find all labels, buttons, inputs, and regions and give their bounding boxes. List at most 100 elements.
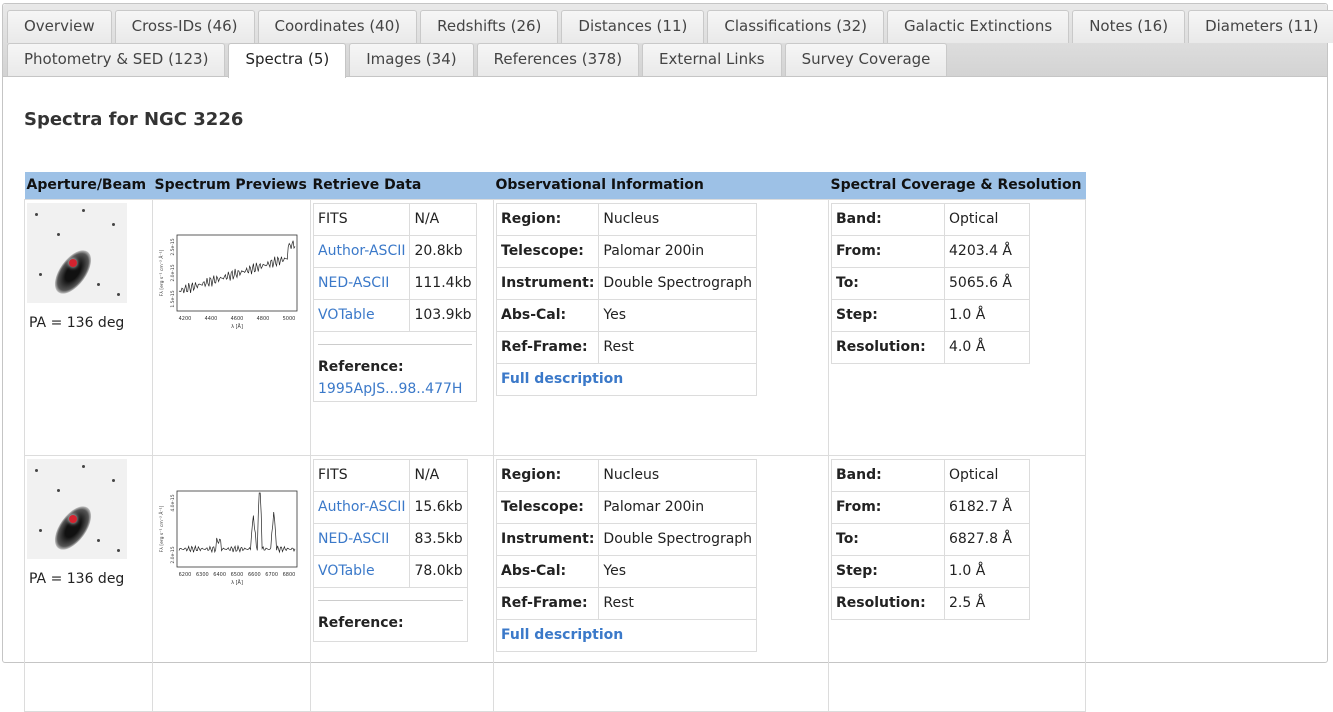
coverage-row-step: Step: 1.0 Å	[831, 298, 1030, 332]
full-description-link[interactable]: Full description	[495, 362, 758, 396]
obs-row-abscal: Abs-Cal: Yes	[495, 554, 758, 588]
tab-redshifts-26[interactable]: Redshifts (26)	[420, 10, 559, 43]
star-dot	[35, 212, 38, 216]
y-tick-label: 4.0e-15	[170, 494, 176, 511]
to-label: To:	[831, 266, 945, 300]
votable-link[interactable]: VOTable	[312, 554, 411, 588]
x-tick-label: 5000	[283, 316, 296, 322]
retrieve-cell: FITS N/A Author-ASCII 20.8kb NED-ASCII 111.4k…	[310, 198, 494, 456]
tab-row-1: Overview Cross-IDs (46) Coordinates (40) Re…	[7, 10, 1333, 43]
res-label: Resolution:	[831, 330, 945, 364]
coverage-row-from: From: 4203.4 Å	[831, 234, 1030, 268]
x-tick-label: 6300	[196, 572, 209, 578]
obs-row-telescope: Telescope: Palomar 200in	[495, 234, 758, 268]
author-ascii-link[interactable]: Author-ASCII	[312, 490, 411, 524]
obs-row-refframe: Ref-Frame: Rest	[495, 330, 758, 364]
tab-spectra-5[interactable]: Spectra (5)	[228, 43, 347, 78]
x-axis-label: λ [Å]	[231, 323, 243, 330]
x-tick-label: 4200	[179, 316, 192, 322]
tab-survey-coverage[interactable]: Survey Coverage	[784, 43, 948, 76]
coverage-row-to: To: 6827.8 Å	[831, 522, 1030, 556]
spectrum-row: PA = 136 deg 6200 6300 6400 6500 6600 6700 6800…	[24, 454, 1086, 712]
tab-classifications-32[interactable]: Classifications (32)	[707, 10, 884, 43]
plot-frame	[176, 490, 298, 567]
file-size: 103.9kb	[409, 298, 477, 332]
ned-ascii-link[interactable]: NED-ASCII	[312, 522, 411, 556]
full-description-link[interactable]: Full description	[495, 618, 758, 652]
col-header-previews: Spectrum Previews	[152, 172, 311, 199]
y-axis-label: Fλ [erg s⁻¹ cm⁻² Å⁻¹]	[158, 249, 165, 296]
coverage-row-from: From: 6182.7 Å	[831, 490, 1030, 524]
spectrum-preview[interactable]: 4200 4400 4600 4800 5000 λ [Å] 1.5e-15 2.0e-15 2…	[155, 229, 305, 339]
spectra-table: Aperture/Beam Spectrum Previews Retrieve…	[24, 172, 1086, 712]
aperture-thumbnail[interactable]	[27, 458, 127, 559]
tab-galactic-extinctions[interactable]: Galactic Extinctions	[886, 10, 1070, 43]
observational-cell: Region: Nucleus Telescope: Palomar 200in Ins…	[493, 198, 829, 456]
spectrum-preview[interactable]: 6200 6300 6400 6500 6600 6700 6800 λ [Å] 2.0e-15…	[155, 485, 305, 595]
observational-cell: Region: Nucleus Telescope: Palomar 200in Ins…	[493, 454, 829, 712]
tab-images-34[interactable]: Images (34)	[349, 43, 474, 76]
tab-overview[interactable]: Overview	[7, 10, 112, 43]
reference-link[interactable]: 1995ApJS...98..477H	[318, 381, 472, 397]
divider	[318, 343, 472, 345]
to-label: To:	[831, 522, 945, 556]
abscal-label: Abs-Cal:	[495, 298, 600, 332]
coverage-cell: Band: Optical From: 4203.4 Å To: 5065.6 Å Step…	[828, 198, 1086, 456]
file-size: 20.8kb	[409, 234, 477, 268]
res-value: 2.5 Å	[944, 586, 1030, 620]
band-label: Band:	[831, 458, 945, 492]
to-value: 6827.8 Å	[944, 522, 1030, 556]
coverage-row-res: Resolution: 4.0 Å	[831, 330, 1030, 364]
band-value: Optical	[944, 458, 1030, 492]
tab-distances-11[interactable]: Distances (11)	[561, 10, 705, 43]
step-label: Step:	[831, 298, 945, 332]
obs-row-telescope: Telescope: Palomar 200in	[495, 490, 758, 524]
star-dot	[35, 468, 38, 472]
refframe-label: Ref-Frame:	[495, 330, 600, 364]
tab-references-378[interactable]: References (378)	[476, 43, 640, 76]
aperture-cell: PA = 136 deg	[24, 454, 153, 712]
band-value: Optical	[944, 202, 1030, 236]
tab-diameters-11[interactable]: Diameters (11)	[1188, 10, 1333, 43]
from-value: 4203.4 Å	[944, 234, 1030, 268]
x-tick-label: 4600	[231, 316, 244, 322]
res-value: 4.0 Å	[944, 330, 1030, 364]
author-ascii-link[interactable]: Author-ASCII	[312, 234, 411, 268]
obs-row-region: Region: Nucleus	[495, 202, 758, 236]
region-value: Nucleus	[598, 458, 758, 492]
telescope-label: Telescope:	[495, 234, 600, 268]
col-header-aperture: Aperture/Beam	[24, 172, 153, 199]
observational-table: Region: Nucleus Telescope: Palomar 200in Ins…	[495, 458, 758, 652]
telescope-value: Palomar 200in	[598, 234, 758, 268]
star-dot	[82, 208, 85, 212]
retrieve-row: Author-ASCII 15.6kb	[312, 490, 468, 524]
coverage-table: Band: Optical From: 4203.4 Å To: 5065.6 Å Step…	[831, 202, 1030, 364]
tab-external-links[interactable]: External Links	[642, 43, 782, 76]
tab-coordinates-40[interactable]: Coordinates (40)	[257, 10, 418, 43]
aperture-marker	[69, 258, 77, 267]
retrieve-row: VOTable 78.0kb	[312, 554, 468, 588]
obs-row-refframe: Ref-Frame: Rest	[495, 586, 758, 620]
spectra-header-row: Aperture/Beam Spectrum Previews Retrieve…	[24, 172, 1086, 199]
retrieve-row: NED-ASCII 83.5kb	[312, 522, 468, 556]
reference-cell: Reference: 1995ApJS...98..477H	[313, 331, 477, 402]
instrument-label: Instrument:	[495, 266, 600, 300]
galaxy-image	[47, 499, 99, 556]
position-angle: PA = 136 deg	[29, 314, 125, 331]
ned-ascii-link[interactable]: NED-ASCII	[312, 266, 411, 300]
tab-cross-ids-46[interactable]: Cross-IDs (46)	[114, 10, 255, 43]
votable-link[interactable]: VOTable	[312, 298, 411, 332]
tab-photometry-sed-123[interactable]: Photometry & SED (123)	[7, 43, 226, 76]
tab-row-2: Photometry & SED (123) Spectra (5) Images …	[7, 43, 948, 78]
aperture-thumbnail[interactable]	[27, 202, 127, 303]
star-dot	[57, 232, 60, 236]
aperture-cell: PA = 136 deg	[24, 198, 153, 456]
col-header-coverage: Spectral Coverage & Resolution	[828, 172, 1086, 199]
fits-label: FITS	[312, 202, 411, 236]
tab-notes-16[interactable]: Notes (16)	[1072, 10, 1186, 43]
reference-cell: Reference:	[313, 587, 468, 642]
to-value: 5065.6 Å	[944, 266, 1030, 300]
coverage-row-to: To: 5065.6 Å	[831, 266, 1030, 300]
coverage-row-band: Band: Optical	[831, 458, 1030, 492]
obs-row-instrument: Instrument: Double Spectrograph	[495, 266, 758, 300]
